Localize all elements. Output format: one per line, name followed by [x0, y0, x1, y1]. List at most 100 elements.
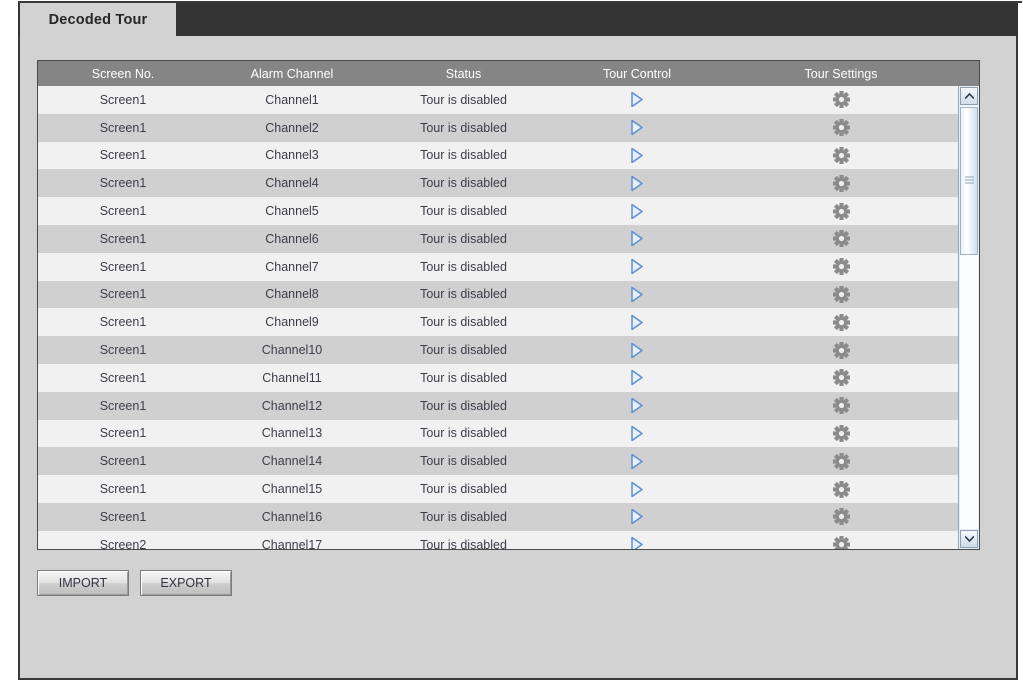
column-header-screen-no: Screen No. [91, 66, 155, 81]
cell-alarm-channel: Channel4 [265, 176, 319, 191]
tour-control-play-button[interactable] [551, 258, 723, 275]
column-header-alarm-channel: Alarm Channel [250, 66, 334, 81]
tour-control-play-button[interactable] [551, 453, 723, 470]
table-scrollbar[interactable] [958, 86, 979, 549]
column-header-tour-settings: Tour Settings [804, 66, 878, 81]
cell-status: Tour is disabled [420, 426, 507, 441]
play-icon [631, 314, 643, 331]
table-row[interactable]: Screen1 Channel1 Tour is disabled [38, 86, 979, 114]
table-row[interactable]: Screen1 Channel3 Tour is disabled [38, 141, 979, 170]
tour-settings-button[interactable] [723, 536, 959, 549]
tour-settings-button[interactable] [723, 230, 959, 248]
play-icon [631, 425, 643, 442]
cell-status: Tour is disabled [420, 259, 507, 274]
gear-icon [832, 285, 850, 303]
cell-alarm-channel: Channel2 [265, 120, 319, 135]
tour-control-play-button[interactable] [551, 286, 723, 303]
import-button[interactable]: IMPORT [37, 570, 129, 596]
scrollbar-down-button[interactable] [960, 530, 978, 548]
tour-settings-button[interactable] [723, 452, 959, 470]
content-panel: Screen No. Alarm Channel Status Tour Con… [18, 36, 1018, 680]
tour-control-play-button[interactable] [551, 91, 723, 108]
tour-settings-button[interactable] [723, 480, 959, 498]
tour-settings-button[interactable] [723, 285, 959, 303]
tour-settings-button[interactable] [723, 369, 959, 387]
tour-settings-button[interactable] [723, 341, 959, 359]
cell-alarm-channel: Channel5 [265, 204, 319, 219]
tour-control-play-button[interactable] [551, 397, 723, 414]
table-row[interactable]: Screen1 Channel9 Tour is disabled [38, 308, 979, 337]
cell-alarm-channel: Channel10 [261, 343, 323, 358]
table-row[interactable]: Screen1 Channel12 Tour is disabled [38, 391, 979, 420]
tour-control-play-button[interactable] [551, 203, 723, 220]
cell-screen-no: Screen1 [99, 231, 147, 246]
tour-settings-button[interactable] [723, 258, 959, 276]
table-row[interactable]: Screen1 Channel5 Tour is disabled [38, 197, 979, 225]
cell-screen-no: Screen1 [99, 204, 147, 219]
play-icon [631, 536, 643, 549]
cell-screen-no: Screen1 [99, 343, 147, 358]
tour-control-play-button[interactable] [551, 175, 723, 192]
cell-screen-no: Screen2 [99, 537, 147, 549]
table-row[interactable]: Screen1 Channel4 Tour is disabled [38, 169, 979, 198]
tour-settings-button[interactable] [723, 397, 959, 415]
tour-control-play-button[interactable] [551, 425, 723, 442]
scrollbar-up-button[interactable] [960, 87, 978, 105]
tour-control-play-button[interactable] [551, 147, 723, 164]
tab-decoded-tour[interactable]: Decoded Tour [20, 3, 176, 36]
table-row[interactable]: Screen1 Channel6 Tour is disabled [38, 224, 979, 253]
cell-screen-no: Screen1 [99, 259, 147, 274]
table-row[interactable]: Screen1 Channel7 Tour is disabled [38, 252, 979, 281]
gear-icon [832, 369, 850, 387]
tour-control-play-button[interactable] [551, 314, 723, 331]
tour-settings-button[interactable] [723, 424, 959, 442]
gear-icon [832, 480, 850, 498]
gear-icon [832, 313, 850, 331]
table-row[interactable]: Screen1 Channel10 Tour is disabled [38, 336, 979, 364]
scrollbar-thumb[interactable] [960, 107, 978, 255]
cell-status: Tour is disabled [420, 315, 507, 330]
tour-settings-button[interactable] [723, 202, 959, 220]
tour-control-play-button[interactable] [551, 508, 723, 525]
cell-alarm-channel: Channel3 [265, 148, 319, 163]
tour-settings-button[interactable] [723, 174, 959, 192]
gear-icon [832, 424, 850, 442]
tour-control-play-button[interactable] [551, 481, 723, 498]
tour-settings-button[interactable] [723, 313, 959, 331]
play-icon [631, 509, 643, 525]
tour-settings-button[interactable] [723, 146, 959, 164]
play-icon [631, 92, 643, 108]
gear-icon [832, 341, 850, 359]
tour-control-play-button[interactable] [551, 119, 723, 136]
decoded-tour-page: Decoded Tour Screen No. Alarm Channel St… [0, 0, 1023, 700]
table-row[interactable]: Screen1 Channel13 Tour is disabled [38, 419, 979, 448]
tour-control-play-button[interactable] [551, 536, 723, 549]
table-row[interactable]: Screen1 Channel16 Tour is disabled [38, 502, 979, 531]
table-row[interactable]: Screen2 Channel17 Tour is disabled [38, 530, 979, 549]
tour-control-play-button[interactable] [551, 342, 723, 359]
table-row[interactable]: Screen1 Channel14 Tour is disabled [38, 447, 979, 476]
cell-screen-no: Screen1 [99, 92, 147, 107]
cell-screen-no: Screen1 [99, 287, 147, 302]
play-icon [631, 119, 643, 136]
cell-alarm-channel: Channel17 [261, 537, 323, 549]
play-icon [631, 370, 643, 386]
table-row[interactable]: Screen1 Channel2 Tour is disabled [38, 113, 979, 142]
cell-status: Tour is disabled [420, 398, 507, 413]
export-button[interactable]: EXPORT [140, 570, 232, 596]
tour-control-play-button[interactable] [551, 369, 723, 386]
play-icon [631, 231, 643, 247]
cell-alarm-channel: Channel12 [261, 398, 323, 413]
tour-settings-button[interactable] [723, 91, 959, 109]
tour-table-body: Screen1 Channel1 Tour is disabled Screen1 Ch… [38, 86, 979, 549]
table-row[interactable]: Screen1 Channel11 Tour is disabled [38, 363, 979, 392]
table-row[interactable]: Screen1 Channel8 Tour is disabled [38, 280, 979, 309]
cell-alarm-channel: Channel9 [265, 315, 319, 330]
play-icon [631, 258, 643, 275]
tour-settings-button[interactable] [723, 119, 959, 137]
gear-icon [832, 452, 850, 470]
table-row[interactable]: Screen1 Channel15 Tour is disabled [38, 475, 979, 503]
tour-settings-button[interactable] [723, 508, 959, 526]
cell-alarm-channel: Channel1 [265, 92, 319, 107]
tour-control-play-button[interactable] [551, 230, 723, 247]
